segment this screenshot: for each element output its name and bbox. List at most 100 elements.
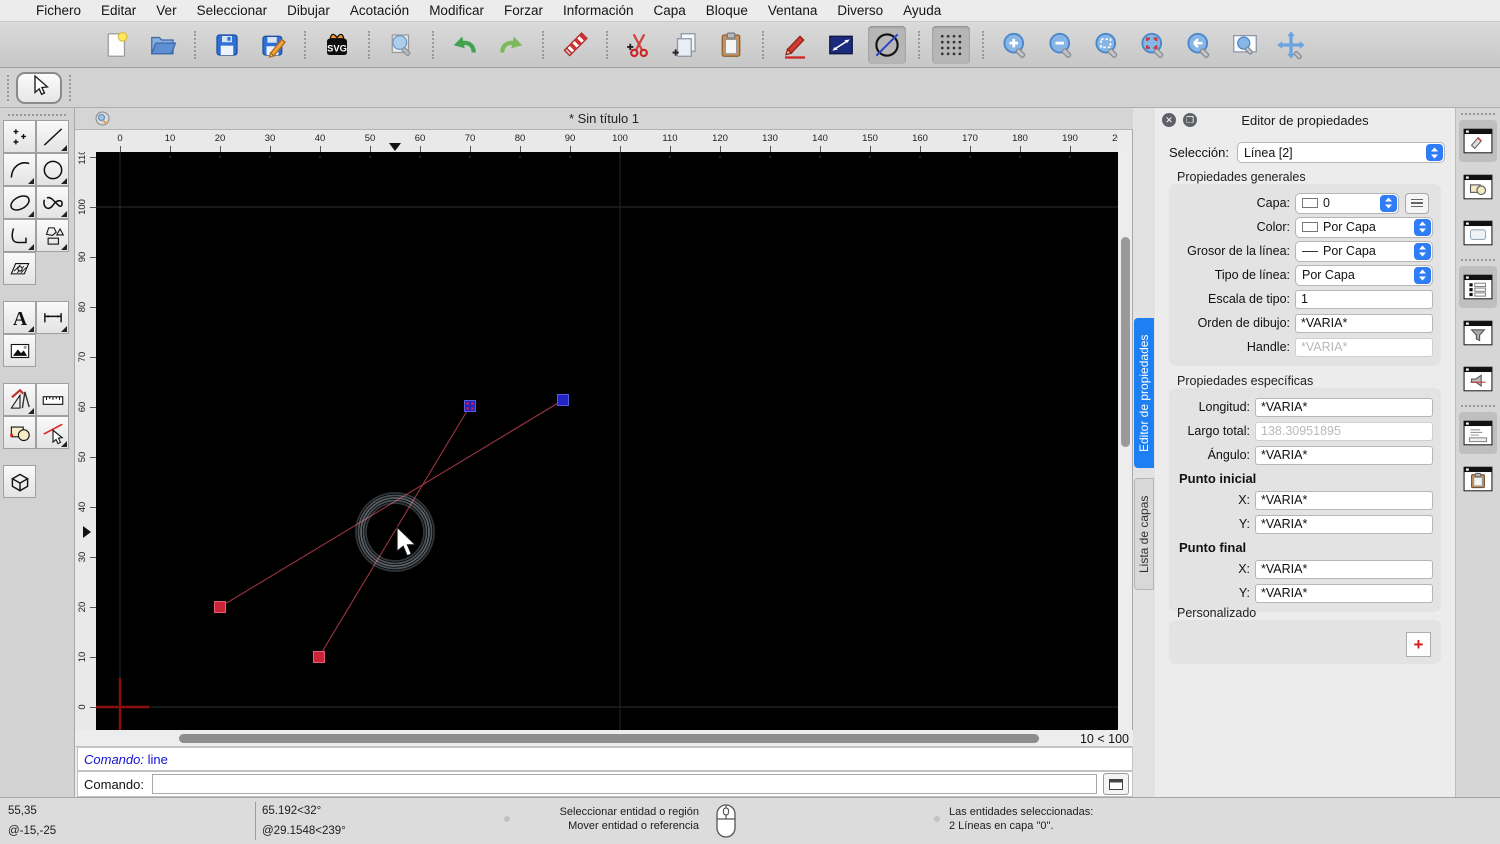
zoom-auto-button[interactable] <box>1134 26 1172 64</box>
scrollbar-thumb[interactable] <box>179 734 1039 743</box>
command-dock-button[interactable] <box>1103 773 1129 795</box>
command-history-label: Comando: <box>84 752 144 767</box>
cut-button[interactable] <box>620 26 658 64</box>
drag-handle[interactable] <box>7 74 9 101</box>
tab-layer-list[interactable]: Lista de capas <box>1134 478 1154 590</box>
tool-text-button[interactable]: A <box>3 301 36 334</box>
menu-ventana[interactable]: Ventana <box>758 3 828 18</box>
tool-select-entity-button[interactable] <box>36 416 69 449</box>
layer-menu-button[interactable] <box>1405 192 1429 214</box>
open-file-button[interactable] <box>144 26 182 64</box>
menu-bloque[interactable]: Bloque <box>696 3 758 18</box>
line-type-dropdown[interactable]: Por Capa <box>1295 264 1433 286</box>
grid-toggle-button[interactable] <box>932 25 970 64</box>
start-y-field[interactable]: *VARIA* <box>1255 514 1433 534</box>
zoom-window-button[interactable] <box>1088 26 1126 64</box>
end-x-field[interactable]: *VARIA* <box>1255 559 1433 579</box>
print-preview-button[interactable] <box>382 26 420 64</box>
menu-seleccionar[interactable]: Seleccionar <box>187 3 278 18</box>
draw-circle-line-icon <box>875 32 899 57</box>
zoom-pan-button[interactable] <box>1272 26 1310 64</box>
add-custom-property-button[interactable]: + <box>1406 632 1431 657</box>
tool-drafting-button[interactable] <box>3 383 36 416</box>
shapes-window-icon[interactable] <box>1459 166 1497 208</box>
draw-pencil-button[interactable] <box>776 26 814 64</box>
length-field[interactable]: *VARIA* <box>1255 397 1433 417</box>
menu-dibujar[interactable]: Dibujar <box>277 3 340 18</box>
delete-entities-button[interactable] <box>556 26 594 64</box>
layer-dropdown[interactable]: 0 <box>1295 192 1399 214</box>
drag-handle[interactable] <box>8 114 66 116</box>
menu-información[interactable]: Información <box>553 3 644 18</box>
tab-property-editor[interactable]: Editor de propiedades <box>1134 318 1154 468</box>
selection-dropdown[interactable]: Línea [2] <box>1236 142 1445 163</box>
tool-image-button[interactable] <box>3 334 36 367</box>
h-ruler-label: 70 <box>464 133 476 144</box>
h-ruler-label: 40 <box>314 133 326 144</box>
copy-button[interactable] <box>666 26 704 64</box>
total-length-label: Largo total: <box>1187 424 1250 438</box>
total-length-field: 138.30951895 <box>1255 421 1433 441</box>
menu-modificar[interactable]: Modificar <box>419 3 494 18</box>
tool-modify-button[interactable] <box>3 416 36 449</box>
vertical-scrollbar[interactable] <box>1119 152 1132 730</box>
end-y-field[interactable]: *VARIA* <box>1255 583 1433 603</box>
list-window-icon[interactable] <box>1459 266 1497 308</box>
zoom-out-button[interactable] <box>1042 26 1080 64</box>
tool-hatch-button[interactable] <box>3 252 36 285</box>
menu-forzar[interactable]: Forzar <box>494 3 553 18</box>
right-panel-region: Editor de propiedades Lista de capas ✕ ❐… <box>1133 108 1500 797</box>
zoom-view-button[interactable] <box>1226 26 1264 64</box>
tool-arc-button[interactable] <box>3 153 36 186</box>
tool-points-button[interactable] <box>3 120 36 153</box>
end-y-label: Y: <box>1238 586 1250 600</box>
type-scale-field[interactable]: 1 <box>1295 289 1433 309</box>
menu-capa[interactable]: Capa <box>644 3 696 18</box>
command-window-icon[interactable] <box>1459 412 1497 454</box>
angle-field[interactable]: *VARIA* <box>1255 445 1433 465</box>
line-width-dropdown[interactable]: Por Capa <box>1295 240 1433 262</box>
menu-ayuda[interactable]: Ayuda <box>893 3 951 18</box>
save-as-button[interactable] <box>254 26 292 64</box>
export-svg-button[interactable]: SVG <box>318 26 356 64</box>
clipboard-window-icon[interactable] <box>1459 458 1497 500</box>
filter-window-icon[interactable] <box>1459 312 1497 354</box>
tool-line-button[interactable] <box>36 120 69 153</box>
draw-line-rect-button[interactable] <box>822 26 860 64</box>
undo-button[interactable] <box>446 26 484 64</box>
draw-order-field[interactable]: *VARIA* <box>1295 313 1433 333</box>
modify-icon <box>9 426 30 441</box>
menu-ver[interactable]: Ver <box>146 3 186 18</box>
tool-circle-button[interactable] <box>36 153 69 186</box>
save-button[interactable] <box>208 26 246 64</box>
blank-window-icon[interactable] <box>1459 212 1497 254</box>
command-input[interactable] <box>151 774 1097 794</box>
tool-measure-button[interactable] <box>36 383 69 416</box>
menu-fichero[interactable]: Fichero <box>26 3 91 18</box>
scrollbar-thumb[interactable] <box>1121 237 1130 447</box>
drawing-canvas[interactable] <box>96 152 1118 730</box>
property-editor-window-icon[interactable] <box>1459 120 1497 162</box>
tool-dimension-button[interactable] <box>36 301 69 334</box>
paste-button[interactable] <box>712 26 750 64</box>
block-window-icon[interactable] <box>1459 358 1497 400</box>
redo-button[interactable] <box>492 26 530 64</box>
color-dropdown[interactable]: Por Capa <box>1295 216 1433 238</box>
menu-diverso[interactable]: Diverso <box>827 3 893 18</box>
zoom-in-button[interactable] <box>996 26 1034 64</box>
drag-handle[interactable] <box>69 74 71 101</box>
tool-box3d-button[interactable] <box>3 465 36 498</box>
zoom-previous-button[interactable] <box>1180 26 1218 64</box>
tool-polyline-button[interactable] <box>3 219 36 252</box>
new-document-button[interactable] <box>98 26 136 64</box>
menu-acotación[interactable]: Acotación <box>340 3 419 18</box>
tool-ellipse-button[interactable] <box>3 186 36 219</box>
menu-editar[interactable]: Editar <box>91 3 146 18</box>
drawing-tools-palette: A <box>0 108 75 797</box>
start-x-field[interactable]: *VARIA* <box>1255 490 1433 510</box>
horizontal-scrollbar[interactable]: 10 < 100 <box>75 730 1133 747</box>
tool-spline-button[interactable] <box>36 186 69 219</box>
draw-circle-line-button[interactable] <box>868 25 906 64</box>
select-tool-button[interactable] <box>16 71 62 104</box>
tool-polygon-button[interactable] <box>36 219 69 252</box>
